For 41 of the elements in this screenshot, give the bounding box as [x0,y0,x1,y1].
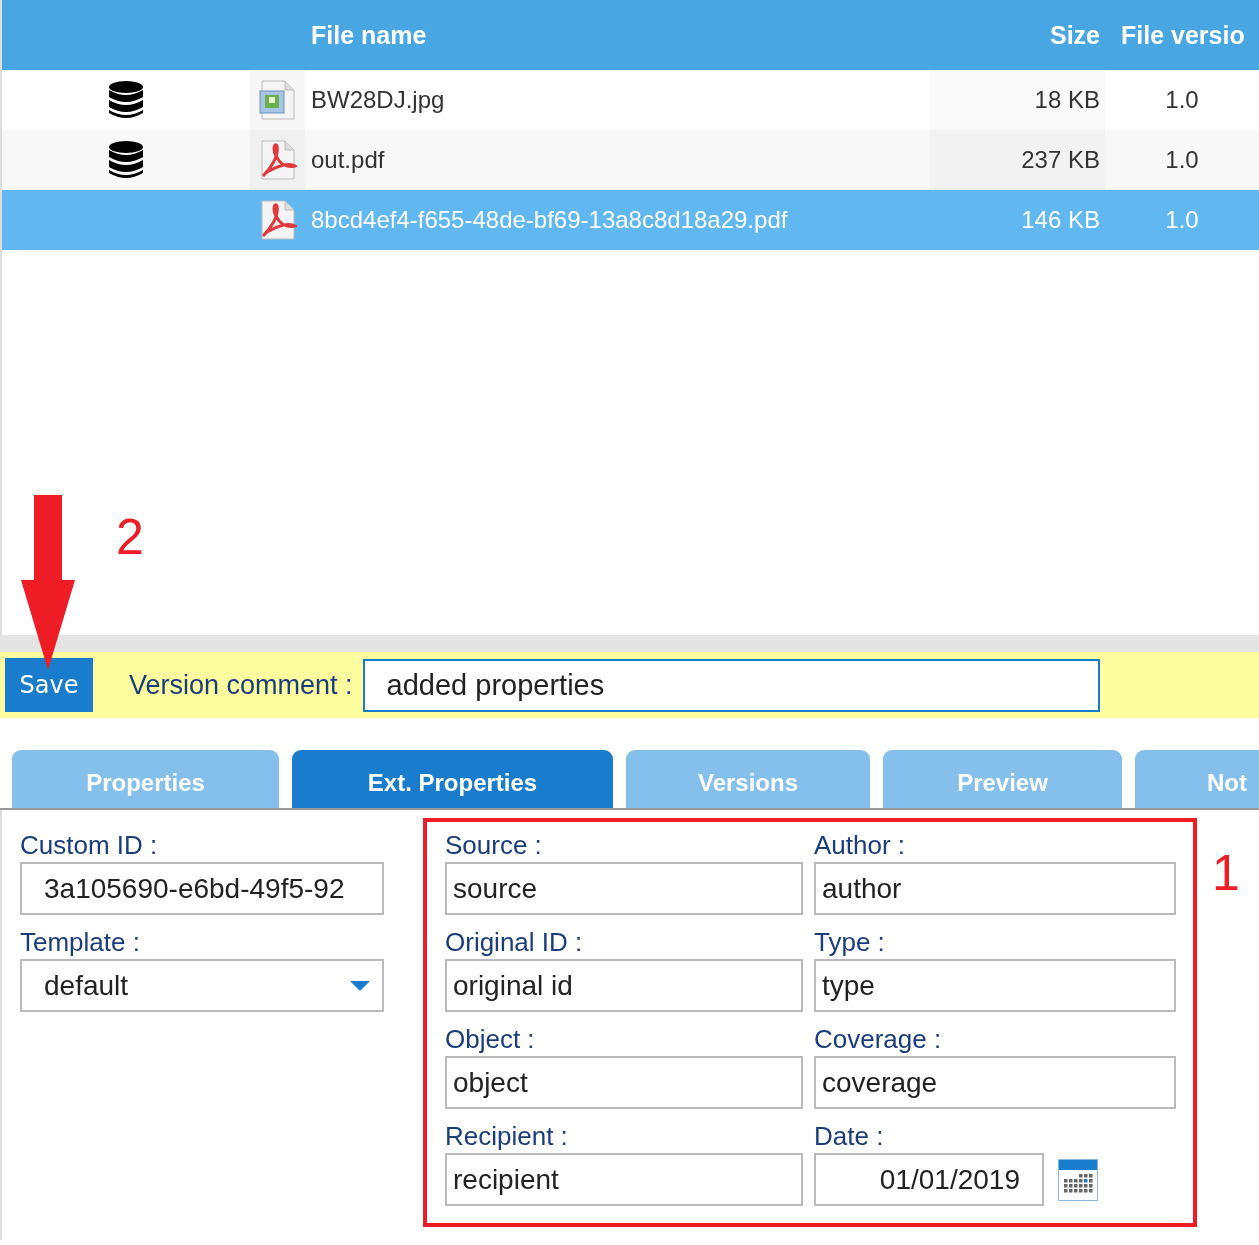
text-field[interactable]: coverage [814,1056,1176,1109]
file-name: BW28DJ.jpg [311,86,445,114]
comment-field[interactable]: added properties [362,658,1100,712]
field-label: Recipient : [445,1120,569,1153]
tab[interactable]: Ext. Properties [292,750,613,808]
field-label: Original ID : [445,926,584,959]
file-size: 146 KB [1021,206,1100,234]
date-field[interactable]: 01/01/2019 [814,1153,1044,1206]
field-label: Source : [445,829,543,862]
file-name: 8bcd4ef4-f655-48de-bf69-13a8c8d18a29.pdf [311,206,788,234]
field-label: Author : [814,829,907,862]
field-label: Coverage : [814,1023,943,1056]
dropdown[interactable]: default [20,959,384,1012]
callout-number: 2 [116,512,144,562]
field-label: Version comment : [129,669,353,701]
text-field[interactable]: recipient [445,1153,803,1206]
text-field[interactable]: author [814,862,1176,915]
field-label: Custom ID : [20,829,159,862]
file-version: 1.0 [1165,206,1199,234]
text-field[interactable]: object [445,1056,803,1109]
text-field[interactable]: type [814,959,1176,1012]
field-label: Template : [20,926,141,959]
text-field[interactable]: 3a105690-e6bd-49f5-92 [20,862,384,915]
field-label: Date : [814,1120,885,1153]
calendar-icon[interactable] [1058,1158,1098,1201]
image-file-icon [258,80,297,120]
file-size: 18 KB [1034,86,1100,114]
pdf-file-icon [258,140,297,180]
table-row[interactable]: out.pdf 237 KB 1.0 [2,130,1259,190]
file-version: 1.0 [1165,146,1199,174]
text-field[interactable]: source [445,862,803,915]
callout-number: 1 [1212,848,1240,898]
file-name: out.pdf [311,146,385,174]
field-label: Object : [445,1023,536,1056]
pdf-file-icon [258,200,297,240]
file-size: 237 KB [1021,146,1100,174]
save-button[interactable]: Save [5,658,93,712]
dropdown-arrow-icon [350,980,370,991]
field-label: Type : [814,926,886,959]
text-field[interactable]: original id [445,959,803,1012]
file-version: 1.0 [1165,86,1199,114]
